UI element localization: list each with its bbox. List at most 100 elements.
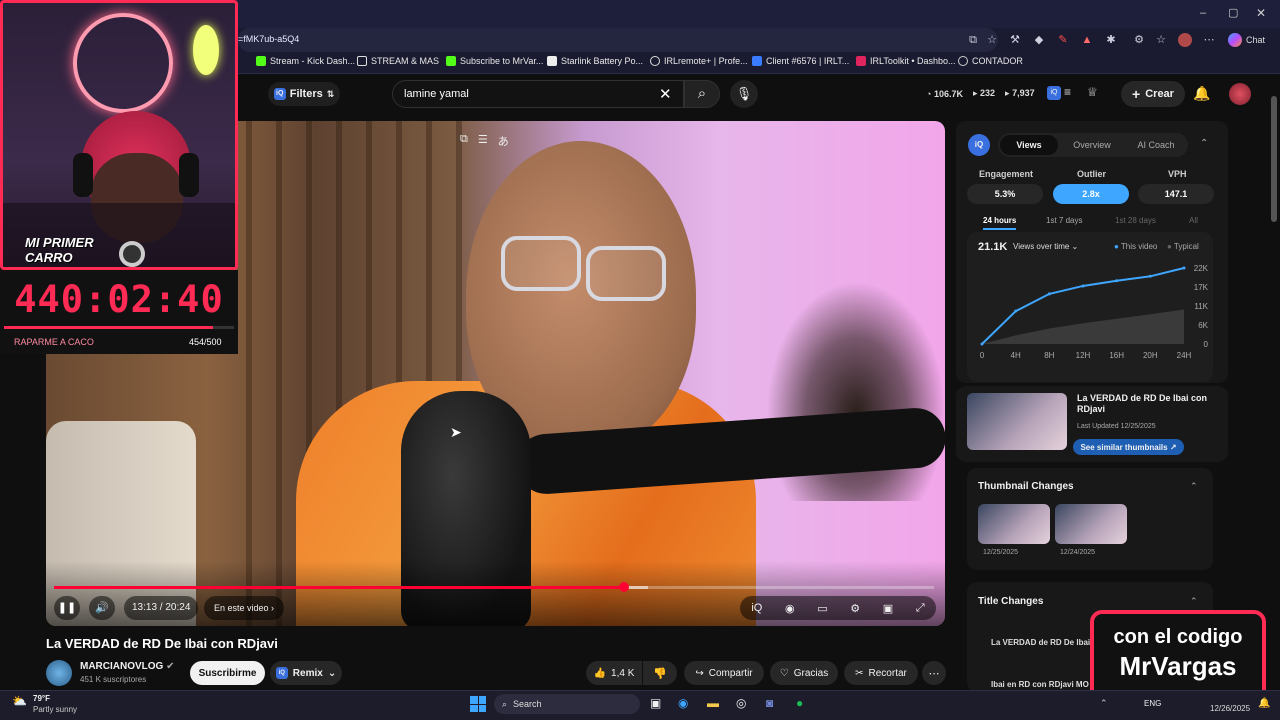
theater-mode-icon[interactable]: ▣ [883,602,893,615]
taskbar-date: 12/26/2025 [1210,704,1251,713]
tray-chevron-icon[interactable]: ⌃ [1100,698,1108,709]
bookmark-irlremote[interactable]: IRLremote+ | Profe... [650,56,748,66]
notifications-bell-icon[interactable]: 🔔 [1193,85,1210,102]
similar-thumbnails-button[interactable]: See similar thumbnails ↗ [1073,439,1184,455]
range-7-days[interactable]: 1st 7 days [1046,216,1082,225]
bookmark-client[interactable]: Client #6576 | IRLT... [752,56,849,66]
views-total: 21.1K [978,241,1008,253]
language-indicator[interactable]: ENG [1144,699,1161,708]
chapter-button[interactable]: En este video › [204,596,285,620]
range-28-days[interactable]: 1st 28 days [1115,216,1156,225]
related-thumbnail[interactable] [967,393,1067,450]
range-all[interactable]: All [1189,216,1198,225]
tab-views[interactable]: Views [1000,135,1058,155]
more-menu-icon[interactable]: ⋯ [1202,33,1216,47]
thumbnail-change-1[interactable] [978,504,1050,544]
share-icon: ↪ [695,667,704,679]
vidiq-player-icon[interactable]: iQ [751,602,762,614]
file-explorer-icon[interactable]: ▬ [707,696,719,710]
thumbs-down-icon: 👎 [653,667,667,680]
thumbnail-change-2[interactable] [1055,504,1127,544]
thanks-button[interactable]: ♡ Gracias [770,661,838,685]
weather-temp[interactable]: 79°F [33,694,50,703]
thanks-heart-icon: ♡ [779,667,789,679]
channel-avatar[interactable] [46,660,72,686]
vidiq-toolbar-icon[interactable]: iQ [1047,86,1061,100]
extension-puzzle-icon[interactable]: ✱ [1104,33,1118,47]
translate-icon[interactable]: あ [498,133,509,149]
more-actions-button[interactable]: ⋯ [922,661,946,685]
bookmark-kick-dash[interactable]: Stream - Kick Dash... [256,56,355,66]
dislike-button[interactable]: 👎 [643,661,677,685]
engagement-value: 5.3% [967,184,1043,204]
spotify-icon[interactable]: ● [796,696,803,710]
extension-red-icon[interactable]: ▲ [1080,33,1094,47]
subtitles-icon[interactable]: ▭ [817,602,827,615]
tab-overview[interactable]: Overview [1062,135,1122,155]
range-24-hours[interactable]: 24 hours [983,216,1017,230]
fullscreen-icon[interactable]: ⤢ [916,602,925,615]
extension-diamond-icon[interactable]: ◆ [1032,33,1046,47]
open-app-icon[interactable]: ⧉ [966,33,980,47]
clip-button[interactable]: ✂ Recortar [844,661,918,685]
microphone-icon: 🎙 [735,86,753,101]
promo-line-1: con el codigo [1113,626,1243,648]
discord-icon[interactable]: ◙ [766,696,773,710]
search-button[interactable]: ⌕ [684,80,720,108]
windows-start-icon[interactable] [470,696,486,712]
extension-pen-icon[interactable]: ✎ [1056,33,1070,47]
player-right-controls: iQ ◉ ▭ ⚙ ▣ ⤢ [740,596,936,620]
views-dropdown[interactable]: Views over time ⌄ [1013,242,1078,251]
mute-button[interactable]: 🔊 [89,596,115,620]
bookmark-stream-mas[interactable]: STREAM & MAS [357,56,439,66]
favorite-star-icon[interactable]: ☆ [985,33,999,47]
remix-button[interactable]: iQ Remix ⌄ [270,661,342,685]
search-input[interactable]: lamine yamal ✕ [392,80,684,108]
settings-gear-icon[interactable]: ⚙ [850,602,860,615]
copilot-chat-button[interactable]: Chat [1228,31,1265,49]
filters-button[interactable]: iQ Filters ⇅ [268,82,340,106]
tab-ai-coach[interactable]: AI Coach [1126,135,1186,155]
edge-icon[interactable]: ◉ [678,696,688,710]
notifications-icon[interactable]: 🔔 [1258,698,1270,709]
close-window-icon[interactable]: ✕ [1256,6,1266,20]
maximize-icon[interactable]: ▢ [1228,6,1238,19]
create-button[interactable]: + Crear [1121,81,1185,107]
pause-button[interactable]: ❚❚ [54,596,80,620]
list-icon[interactable]: ≡ [1064,85,1071,99]
profile-avatar-icon[interactable] [1178,33,1192,47]
collapse-panel-icon[interactable]: ⌃ [1200,138,1208,149]
extensions-icon[interactable]: ⚙ [1132,33,1146,47]
page-scrollbar[interactable] [1271,96,1277,222]
taskbar-search[interactable]: ⌕ Search [494,694,640,714]
x-tick-label: 8H [1044,351,1054,360]
transcript-icon[interactable]: ☰ [478,133,488,149]
address-bar[interactable]: =fMK7ub-a5Q4 [238,28,998,52]
share-button[interactable]: ↪ Compartir [684,661,764,685]
channel-name[interactable]: MARCIANOVLOG ✔ [80,661,175,672]
account-avatar[interactable] [1229,83,1251,105]
bookmark-contador[interactable]: CONTADOR [958,56,1023,66]
collapse-titles-icon[interactable]: ⌃ [1190,596,1198,607]
trophy-icon[interactable]: ♕ [1087,85,1098,99]
like-button[interactable]: 👍 1,4 K [586,661,642,685]
bookmark-subscribe[interactable]: Subscribe to MrVar... [446,56,543,66]
voice-search-button[interactable]: 🎙 [730,80,758,108]
obs-icon[interactable]: ◎ [736,696,746,710]
collapse-thumbnails-icon[interactable]: ⌃ [1190,481,1198,492]
this-video-point [1115,279,1119,283]
autoplay-toggle-icon[interactable]: ◉ [785,602,795,615]
subscribe-button[interactable]: Suscribirme [190,661,265,685]
vph-label: VPH [1168,169,1187,179]
goal-count: 454/500 [189,337,222,347]
bookmark-starlink[interactable]: Starlink Battery Po... [547,56,643,66]
minimize-icon[interactable]: – [1200,7,1206,19]
extension-icon[interactable]: ⚒ [1008,33,1022,47]
screenshot-icon[interactable]: ⧉ [460,133,468,149]
favorites-icon[interactable]: ☆ [1154,33,1168,47]
clear-search-icon[interactable]: ✕ [659,85,672,103]
bookmark-irltoolkit[interactable]: IRLToolkit • Dashbo... [856,56,956,66]
neon-sign [73,13,173,113]
vidiq-icon: iQ [275,667,288,679]
task-view-icon[interactable]: ▣ [650,696,661,710]
